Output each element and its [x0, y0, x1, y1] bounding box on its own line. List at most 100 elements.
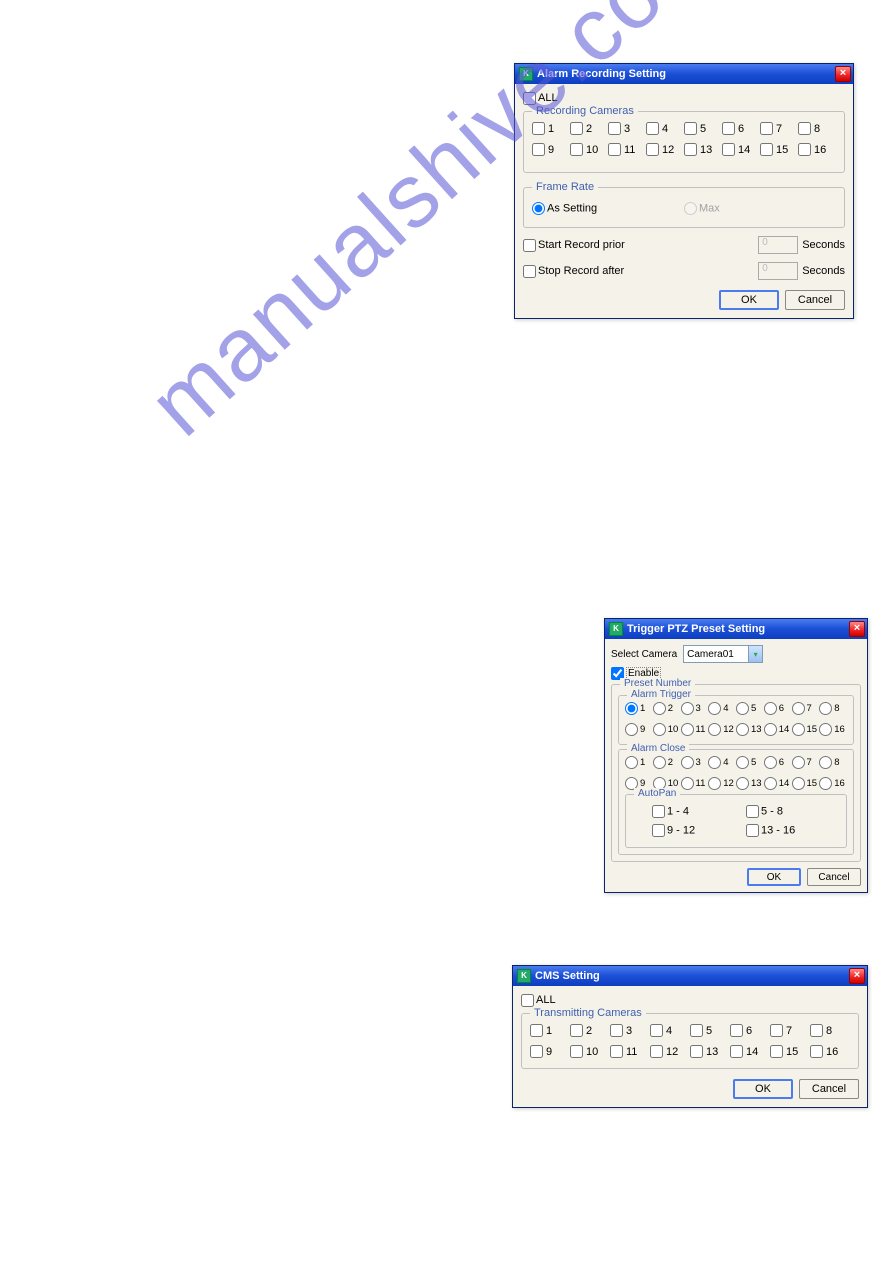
trigger-9-radio[interactable]: [625, 723, 638, 736]
trigger-6-radio[interactable]: [764, 702, 777, 715]
all-checkbox[interactable]: [521, 994, 534, 1007]
trigger-8-radio[interactable]: [819, 702, 832, 715]
trigger-4-radio[interactable]: [708, 702, 721, 715]
autopan-5-8-checkbox[interactable]: [746, 805, 759, 818]
cam-12-checkbox[interactable]: [646, 143, 659, 156]
close-12-radio[interactable]: [708, 777, 721, 790]
close-14-radio[interactable]: [764, 777, 777, 790]
cam-label: 13: [700, 144, 712, 156]
cam-label: 11: [626, 1046, 637, 1058]
close-8-radio[interactable]: [819, 756, 832, 769]
cancel-button[interactable]: Cancel: [799, 1079, 859, 1099]
all-checkbox-label[interactable]: ALL: [521, 994, 556, 1006]
ok-button[interactable]: OK: [747, 868, 801, 886]
tcam-7-checkbox[interactable]: [770, 1024, 783, 1037]
cam-16-checkbox[interactable]: [798, 143, 811, 156]
trigger-5-radio[interactable]: [736, 702, 749, 715]
preset-label: 6: [779, 757, 784, 768]
cam-label: 13: [706, 1046, 718, 1058]
as-setting-radio[interactable]: [532, 202, 545, 215]
autopan-9-12-checkbox[interactable]: [652, 824, 665, 837]
preset-label: 3: [696, 757, 701, 768]
trigger-1-radio[interactable]: [625, 702, 638, 715]
close-15-radio[interactable]: [792, 777, 805, 790]
cam-10-checkbox[interactable]: [570, 143, 583, 156]
close-button[interactable]: ×: [849, 621, 865, 637]
preset-label: 1: [640, 757, 645, 768]
autopan-label: 9 - 12: [667, 824, 695, 836]
close-4-radio[interactable]: [708, 756, 721, 769]
cam-2-checkbox[interactable]: [570, 122, 583, 135]
all-checkbox[interactable]: [523, 92, 536, 105]
trigger-11-radio[interactable]: [681, 723, 694, 736]
all-checkbox-label[interactable]: ALL: [523, 92, 558, 104]
cam-8-checkbox[interactable]: [798, 122, 811, 135]
tcam-12-checkbox[interactable]: [650, 1045, 663, 1058]
close-16-radio[interactable]: [819, 777, 832, 790]
tcam-16-checkbox[interactable]: [810, 1045, 823, 1058]
trigger-15-radio[interactable]: [792, 723, 805, 736]
close-13-radio[interactable]: [736, 777, 749, 790]
close-7-radio[interactable]: [792, 756, 805, 769]
tcam-15-checkbox[interactable]: [770, 1045, 783, 1058]
cam-9-checkbox[interactable]: [532, 143, 545, 156]
start-prior-checkbox[interactable]: [523, 239, 536, 252]
tcam-5-checkbox[interactable]: [690, 1024, 703, 1037]
cam-3-checkbox[interactable]: [608, 122, 621, 135]
start-prior-input[interactable]: 0: [758, 236, 798, 254]
cam-label: 16: [826, 1046, 838, 1058]
ok-button[interactable]: OK: [733, 1079, 793, 1099]
close-6-radio[interactable]: [764, 756, 777, 769]
cam-15-checkbox[interactable]: [760, 143, 773, 156]
tcam-6-checkbox[interactable]: [730, 1024, 743, 1037]
cancel-button[interactable]: Cancel: [807, 868, 861, 886]
close-5-radio[interactable]: [736, 756, 749, 769]
tcam-2-checkbox[interactable]: [570, 1024, 583, 1037]
stop-after-input[interactable]: 0: [758, 262, 798, 280]
tcam-10-checkbox[interactable]: [570, 1045, 583, 1058]
tcam-9-checkbox[interactable]: [530, 1045, 543, 1058]
ok-button[interactable]: OK: [719, 290, 779, 310]
cms-setting-dialog: K CMS Setting × ALL Transmitting Cameras…: [512, 965, 868, 1108]
cam-13-checkbox[interactable]: [684, 143, 697, 156]
close-1-radio[interactable]: [625, 756, 638, 769]
stop-after-checkbox[interactable]: [523, 265, 536, 278]
cam-4-checkbox[interactable]: [646, 122, 659, 135]
dialog-title: CMS Setting: [535, 970, 600, 982]
tcam-8-checkbox[interactable]: [810, 1024, 823, 1037]
cam-1-checkbox[interactable]: [532, 122, 545, 135]
close-button[interactable]: ×: [849, 968, 865, 984]
close-11-radio[interactable]: [681, 777, 694, 790]
tcam-4-checkbox[interactable]: [650, 1024, 663, 1037]
trigger-10-radio[interactable]: [653, 723, 666, 736]
close-2-radio[interactable]: [653, 756, 666, 769]
trigger-13-radio[interactable]: [736, 723, 749, 736]
cancel-button[interactable]: Cancel: [785, 290, 845, 310]
tcam-11-checkbox[interactable]: [610, 1045, 623, 1058]
trigger-14-radio[interactable]: [764, 723, 777, 736]
tcam-3-checkbox[interactable]: [610, 1024, 623, 1037]
tcam-1-checkbox[interactable]: [530, 1024, 543, 1037]
max-radio: [684, 202, 697, 215]
cam-label: 14: [746, 1046, 758, 1058]
camera-select[interactable]: Camera01 ▾: [683, 645, 763, 663]
cam-14-checkbox[interactable]: [722, 143, 735, 156]
close-3-radio[interactable]: [681, 756, 694, 769]
preset-label: 16: [834, 778, 845, 789]
tcam-14-checkbox[interactable]: [730, 1045, 743, 1058]
trigger-16-radio[interactable]: [819, 723, 832, 736]
cam-6-checkbox[interactable]: [722, 122, 735, 135]
cam-11-checkbox[interactable]: [608, 143, 621, 156]
cam-5-checkbox[interactable]: [684, 122, 697, 135]
autopan-13-16-checkbox[interactable]: [746, 824, 759, 837]
trigger-12-radio[interactable]: [708, 723, 721, 736]
autopan-1-4-checkbox[interactable]: [652, 805, 665, 818]
trigger-2-radio[interactable]: [653, 702, 666, 715]
tcam-13-checkbox[interactable]: [690, 1045, 703, 1058]
trigger-7-radio[interactable]: [792, 702, 805, 715]
close-button[interactable]: ×: [835, 66, 851, 82]
titlebar: K CMS Setting ×: [513, 966, 867, 986]
cam-7-checkbox[interactable]: [760, 122, 773, 135]
trigger-3-radio[interactable]: [681, 702, 694, 715]
cam-label: 10: [586, 144, 598, 156]
